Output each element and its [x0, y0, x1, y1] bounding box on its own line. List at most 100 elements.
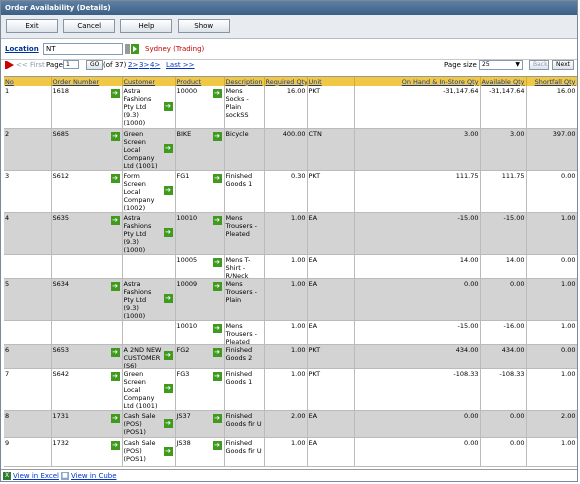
- cell-required-qty: 1.00: [264, 278, 308, 321]
- cell-onhand-qty-text: 0.00: [464, 438, 479, 447]
- page-size-select[interactable]: 25 ▼: [479, 60, 523, 70]
- location-go-icon[interactable]: [125, 43, 139, 55]
- drilldown-arrow-icon[interactable]: ➔: [212, 89, 222, 98]
- drilldown-arrow-icon[interactable]: ➔: [163, 418, 173, 428]
- drilldown-arrow-icon[interactable]: ➔: [212, 173, 222, 183]
- drilldown-arrow-icon[interactable]: ➔: [163, 101, 173, 111]
- cell-description-text: Bicycle: [225, 129, 249, 138]
- cell-available-qty-text: 111.75: [501, 171, 525, 180]
- drilldown-arrow-icon[interactable]: ➔: [110, 131, 120, 141]
- cell-unit: EA: [307, 437, 355, 467]
- col-order-number[interactable]: Order Number: [51, 77, 123, 86]
- page-4-link[interactable]: 4>: [150, 61, 160, 69]
- drilldown-arrow-icon[interactable]: ➔: [212, 323, 222, 333]
- drilldown-arrow-icon[interactable]: ➔: [110, 281, 120, 291]
- cell-customer: Cash Sale (POS) (POS1) ➔: [122, 437, 176, 467]
- cell-customer: A 2ND NEW CUSTOMER (S6) ➔: [122, 344, 176, 369]
- drilldown-arrow-icon[interactable]: ➔: [212, 131, 222, 141]
- cell-order-number: [51, 320, 123, 345]
- col-no[interactable]: No: [4, 77, 52, 86]
- page-3-link[interactable]: 3>: [139, 61, 149, 69]
- view-in-cube-link[interactable]: ■ View in Cube: [61, 472, 117, 480]
- cell-shortfall-qty-text: 0.00: [561, 345, 576, 354]
- col-available-qty[interactable]: Available Qty: [480, 77, 527, 86]
- cell-shortfall-qty-text: 0.00: [561, 255, 576, 264]
- exit-button[interactable]: Exit: [6, 19, 58, 33]
- cell-description: Finished Goods 2: [224, 344, 265, 369]
- drilldown-arrow-icon[interactable]: ➔: [212, 347, 222, 357]
- drilldown-arrow-icon[interactable]: ➔: [110, 440, 120, 450]
- first-page-icon[interactable]: [5, 61, 14, 71]
- col-unit[interactable]: Unit: [307, 77, 355, 86]
- cell-unit: EA: [307, 320, 355, 345]
- drilldown-arrow-icon[interactable]: ➔: [163, 384, 173, 393]
- cell-description: Bicycle: [224, 128, 265, 171]
- cell-order-number: 1731 ➔: [51, 410, 123, 438]
- drilldown-arrow-icon[interactable]: ➔: [110, 347, 120, 357]
- drilldown-arrow-icon[interactable]: ➔: [212, 371, 222, 381]
- drilldown-arrow-icon[interactable]: ➔: [163, 186, 173, 195]
- cell-unit: PKT: [307, 170, 355, 213]
- cell-unit-text: PKT: [308, 369, 321, 378]
- cell-unit: PKT: [307, 368, 355, 411]
- drilldown-arrow-icon[interactable]: ➔: [212, 215, 222, 225]
- go-button[interactable]: GO: [86, 60, 104, 70]
- drilldown-arrow-icon[interactable]: ➔: [212, 413, 222, 423]
- cell-no: 2: [4, 128, 52, 171]
- drilldown-arrow-icon[interactable]: ➔: [110, 173, 120, 183]
- location-input[interactable]: NT: [43, 43, 123, 55]
- table-row: 2 S685 ➔ Green Screen Local Company Ltd (10…: [4, 128, 577, 171]
- location-row: Location NT Sydney (Trading): [1, 43, 577, 57]
- cell-onhand-qty: 434.00: [354, 344, 481, 369]
- col-product[interactable]: Product: [175, 77, 225, 86]
- cell-onhand-qty-text: 434.00: [455, 345, 479, 354]
- page-2-link[interactable]: 2>: [128, 61, 138, 69]
- cell-description-text: Mens Trousers - Pleated: [225, 321, 258, 344]
- drilldown-arrow-icon[interactable]: ➔: [163, 144, 173, 153]
- cell-customer: [122, 254, 176, 279]
- drilldown-arrow-icon[interactable]: ➔: [163, 228, 173, 237]
- cancel-button[interactable]: Cancel: [63, 19, 116, 33]
- col-required-qty[interactable]: Required Qty: [264, 77, 308, 86]
- cell-available-qty: 111.75: [480, 170, 527, 213]
- table-row: 8 1731 ➔ Cash Sale (POS) (POS1) ➔ JS37 ➔ Finish…: [4, 410, 577, 438]
- next-button[interactable]: Next: [552, 60, 574, 70]
- drilldown-arrow-icon[interactable]: ➔: [212, 281, 222, 291]
- drilldown-arrow-icon[interactable]: ➔: [110, 371, 120, 381]
- cell-required-qty: 1.00: [264, 437, 308, 467]
- drilldown-arrow-icon[interactable]: ➔: [163, 446, 173, 456]
- col-customer[interactable]: Customer: [122, 77, 176, 86]
- drilldown-arrow-icon[interactable]: ➔: [163, 294, 173, 303]
- view-in-excel-link[interactable]: X View in Excel: [3, 472, 59, 480]
- back-button[interactable]: Back: [529, 60, 549, 70]
- last-page-link[interactable]: Last >>: [166, 61, 195, 69]
- drilldown-arrow-icon[interactable]: ➔: [212, 440, 222, 450]
- col-description[interactable]: Description: [224, 77, 265, 86]
- cell-onhand-qty: 0.00: [354, 437, 481, 467]
- cell-unit: PKT: [307, 344, 355, 369]
- first-page-link[interactable]: << First: [16, 61, 45, 69]
- cell-onhand-qty-text: -31,147.64: [443, 87, 479, 95]
- cell-no: 9: [4, 437, 52, 467]
- drilldown-arrow-icon[interactable]: ➔: [110, 215, 120, 225]
- drilldown-arrow-icon[interactable]: ➔: [110, 413, 120, 423]
- show-button[interactable]: Show: [177, 19, 230, 33]
- cell-customer: Green Screen Local Company Ltd (1001) ➔: [122, 128, 176, 171]
- cell-available-qty-text: 3.00: [510, 129, 525, 138]
- cell-order-number: 1618 ➔: [51, 86, 123, 129]
- cell-product: FG2 ➔: [175, 344, 225, 369]
- drilldown-arrow-icon[interactable]: ➔: [212, 257, 222, 267]
- cell-onhand-qty: -108.33: [354, 368, 481, 411]
- drilldown-arrow-icon[interactable]: ➔: [163, 351, 173, 360]
- cell-description: Mens Socks - Plain sockSS: [224, 86, 265, 129]
- help-button[interactable]: Help: [120, 19, 173, 33]
- page-input[interactable]: 1: [63, 60, 79, 69]
- page-size-value: 25: [482, 61, 490, 68]
- cell-required-qty: 16.00: [264, 86, 308, 129]
- col-onhand-qty[interactable]: On Hand & In-Store Qty: [354, 77, 481, 86]
- cell-order-number: S642 ➔: [51, 368, 123, 411]
- col-shortfall-qty[interactable]: Shortfall Qty: [526, 77, 577, 86]
- drilldown-arrow-icon[interactable]: ➔: [110, 89, 120, 98]
- cube-icon: ■: [61, 472, 69, 480]
- cell-onhand-qty: -15.00: [354, 320, 481, 345]
